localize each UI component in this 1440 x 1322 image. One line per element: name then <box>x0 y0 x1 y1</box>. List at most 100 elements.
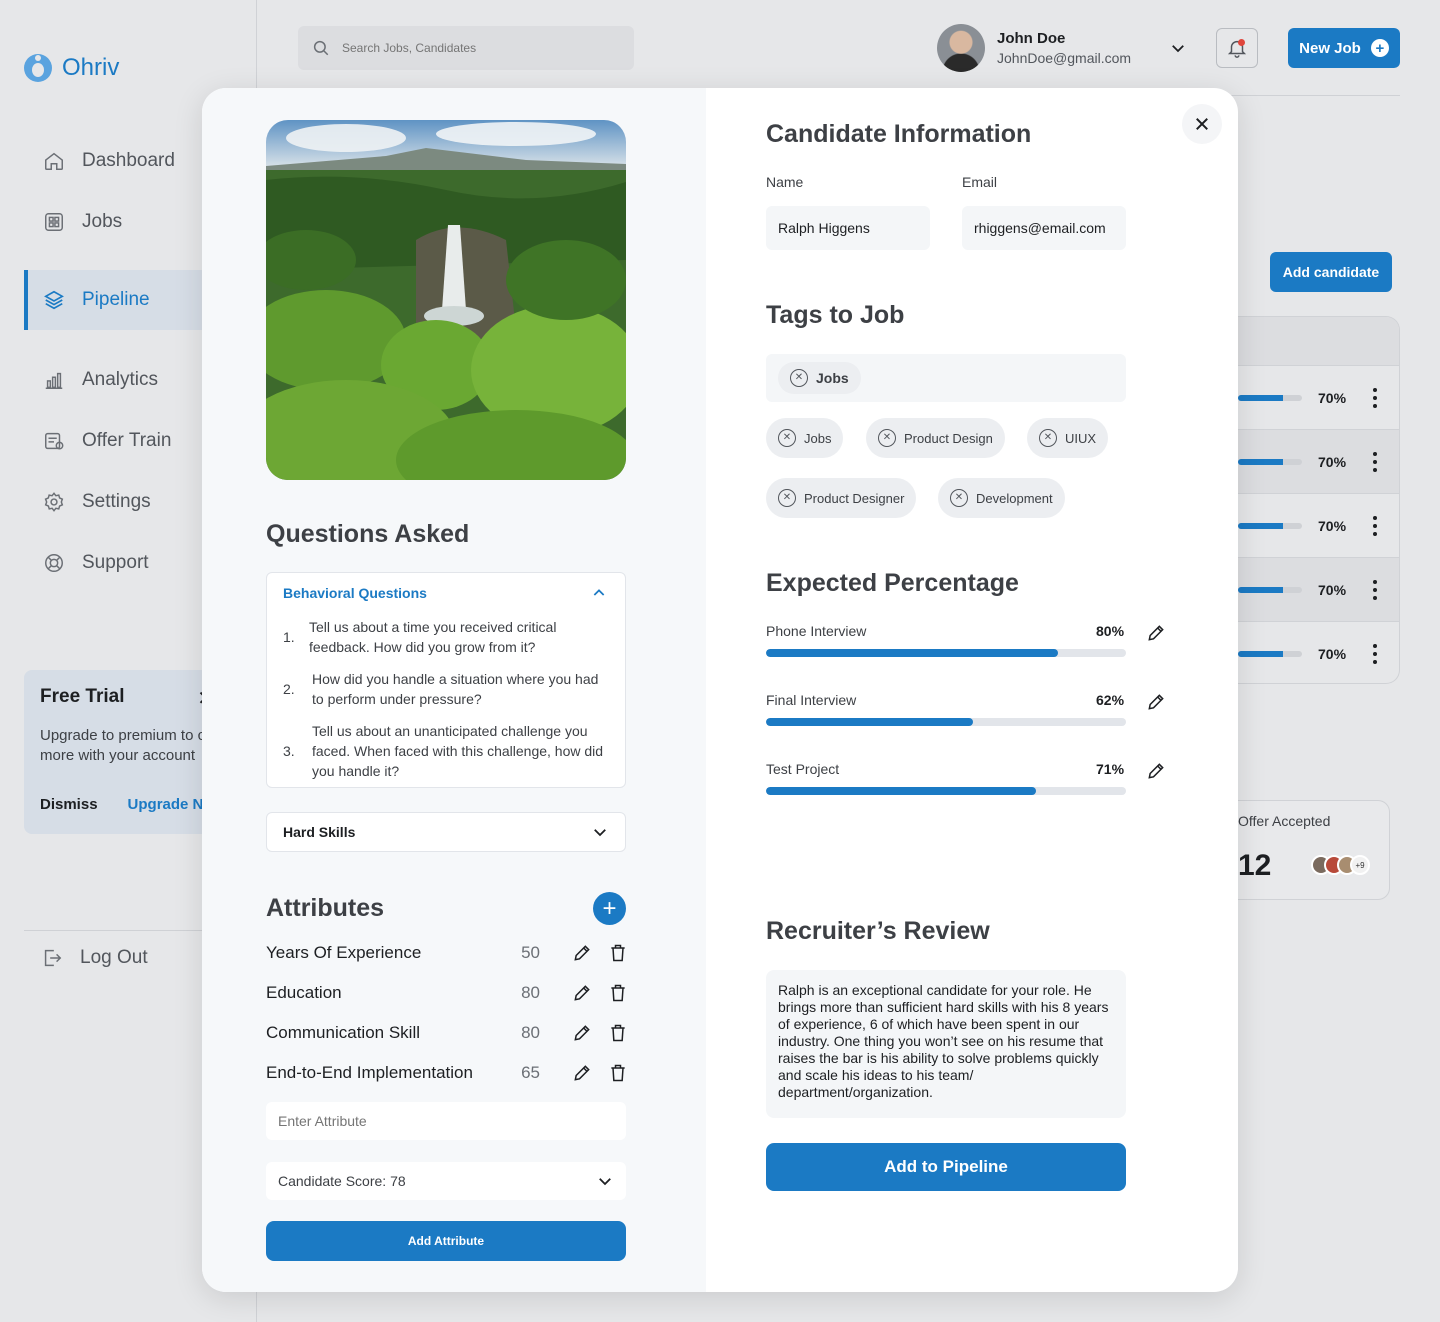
progress-bar[interactable] <box>766 649 1126 657</box>
sidebar-item-support[interactable]: Support <box>24 541 204 585</box>
sidebar-item-pipeline[interactable]: Pipeline <box>24 270 204 330</box>
more-options-icon[interactable] <box>1373 580 1377 600</box>
notification-dot <box>1238 39 1245 46</box>
edit-icon[interactable] <box>1146 623 1166 643</box>
more-options-icon[interactable] <box>1373 388 1377 408</box>
behavioral-questions-accordion: Behavioral Questions 1. Tell us about a … <box>266 572 626 788</box>
candidate-modal: Questions Asked Behavioral Questions 1. … <box>202 88 1238 1292</box>
selected-tag[interactable]: ✕ Jobs <box>778 362 861 394</box>
attribute-value: 65 <box>521 1063 540 1082</box>
percentage-row: Phone Interview 80% <box>766 623 1176 657</box>
tag-option[interactable]: ✕ UIUX <box>1027 418 1109 458</box>
sidebar-item-settings[interactable]: Settings <box>24 480 204 524</box>
edit-icon[interactable] <box>572 1063 592 1083</box>
attribute-row: Education 80 <box>266 980 628 1006</box>
attribute-row: Communication Skill 80 <box>266 1020 628 1046</box>
tag-option[interactable]: ✕ Development <box>938 478 1065 518</box>
edit-icon[interactable] <box>1146 692 1166 712</box>
add-attribute-icon[interactable]: + <box>593 892 626 925</box>
remove-tag-icon[interactable]: ✕ <box>778 429 796 447</box>
accordion-title[interactable]: Behavioral Questions <box>283 585 427 601</box>
upgrade-button[interactable]: Upgrade No <box>128 796 213 813</box>
sidebar-item-jobs[interactable]: Jobs <box>24 200 204 244</box>
percentage-value: 62% <box>1096 692 1125 708</box>
sidebar-item-dashboard[interactable]: Dashboard <box>24 139 204 183</box>
table-row[interactable]: 70% <box>1238 365 1399 429</box>
add-to-pipeline-button[interactable]: Add to Pipeline <box>766 1143 1126 1191</box>
edit-icon[interactable] <box>572 943 592 963</box>
sidebar-item-label: Analytics <box>82 369 159 390</box>
chevron-up-icon[interactable] <box>591 585 607 601</box>
question-text: Tell us about an unanticipated challenge… <box>312 723 604 779</box>
edit-icon[interactable] <box>572 1023 592 1043</box>
more-options-icon[interactable] <box>1373 452 1377 472</box>
trash-icon[interactable] <box>608 983 628 1003</box>
question-item: 3. Tell us about an unanticipated challe… <box>283 721 612 781</box>
remove-tag-icon[interactable]: ✕ <box>878 429 896 447</box>
progress-bar[interactable] <box>766 787 1126 795</box>
progress-bar <box>1238 586 1302 593</box>
candidate-score-select[interactable]: Candidate Score: 78 <box>266 1162 626 1200</box>
search-bar[interactable] <box>298 26 634 70</box>
home-icon <box>42 149 66 173</box>
remove-tag-icon[interactable]: ✕ <box>778 489 796 507</box>
attribute-input[interactable] <box>266 1102 626 1140</box>
attribute-value: 80 <box>521 1023 540 1042</box>
progress-fill <box>766 787 1036 795</box>
sidebar-item-label: Jobs <box>82 211 123 232</box>
question-item: 2. How did you handle a situation where … <box>283 669 602 709</box>
tag-label: Product Designer <box>804 490 905 506</box>
progress-fill <box>1238 394 1283 401</box>
dismiss-button[interactable]: Dismiss <box>40 796 98 813</box>
remove-tag-icon[interactable]: ✕ <box>950 489 968 507</box>
trash-icon[interactable] <box>608 943 628 963</box>
progress-percent: 70% <box>1318 453 1347 470</box>
trash-icon[interactable] <box>608 1023 628 1043</box>
hard-skills-accordion[interactable]: Hard Skills <box>266 812 626 852</box>
sidebar-item-analytics[interactable]: Analytics <box>24 358 204 402</box>
edit-icon[interactable] <box>572 983 592 1003</box>
review-title: Recruiter’s Review <box>766 917 990 945</box>
table-row[interactable]: 70% <box>1238 493 1399 557</box>
user-menu[interactable]: John Doe JohnDoe@gmail.com <box>937 24 1187 72</box>
progress-bar <box>1238 650 1302 657</box>
percentage-value: 71% <box>1096 761 1125 777</box>
more-options-icon[interactable] <box>1373 516 1377 536</box>
remove-tag-icon[interactable]: ✕ <box>790 369 808 387</box>
card-value: 12 <box>1238 849 1272 882</box>
close-modal-button[interactable] <box>1182 104 1222 144</box>
notifications-button[interactable] <box>1216 28 1258 68</box>
app-name: Ohriv <box>62 54 120 81</box>
email-field[interactable]: rhiggens@email.com <box>962 206 1126 250</box>
more-options-icon[interactable] <box>1373 644 1377 664</box>
trash-icon[interactable] <box>608 1063 628 1083</box>
tags-title: Tags to Job <box>766 301 905 329</box>
attribute-name: End-to-End Implementation <box>266 1063 473 1082</box>
review-text[interactable]: Ralph is an exceptional candidate for yo… <box>766 970 1126 1118</box>
name-field[interactable]: Ralph Higgens <box>766 206 930 250</box>
tag-option[interactable]: ✕ Jobs <box>766 418 844 458</box>
search-input[interactable] <box>342 41 602 55</box>
remove-tag-icon[interactable]: ✕ <box>1039 429 1057 447</box>
edit-icon[interactable] <box>1146 761 1166 781</box>
progress-bar[interactable] <box>766 718 1126 726</box>
chevron-down-icon[interactable] <box>1169 39 1187 57</box>
tags-input[interactable]: ✕ Jobs <box>766 354 1126 402</box>
logout-button[interactable]: Log Out <box>40 946 148 970</box>
add-attribute-button[interactable]: Add Attribute <box>266 1221 626 1261</box>
table-row[interactable]: 70% <box>1238 557 1399 621</box>
attribute-name: Education <box>266 983 342 1002</box>
app-logo[interactable]: Ohriv <box>24 54 119 82</box>
tag-option[interactable]: ✕ Product Design <box>866 418 1005 458</box>
progress-fill <box>766 649 1058 657</box>
sidebar-item-offer-train[interactable]: Offer Train <box>24 419 204 463</box>
progress-fill <box>1238 586 1283 593</box>
table-row[interactable]: 70% <box>1238 621 1399 683</box>
table-row[interactable]: 70% <box>1238 429 1399 493</box>
question-item: 1. Tell us about a time you received cri… <box>283 617 609 657</box>
tag-option[interactable]: ✕ Product Designer <box>766 478 917 518</box>
attribute-row: End-to-End Implementation 65 <box>266 1060 628 1086</box>
add-candidate-button[interactable]: Add candidate <box>1270 252 1392 292</box>
user-email: JohnDoe@gmail.com <box>997 50 1132 66</box>
new-job-button[interactable]: New Job + <box>1288 28 1400 68</box>
